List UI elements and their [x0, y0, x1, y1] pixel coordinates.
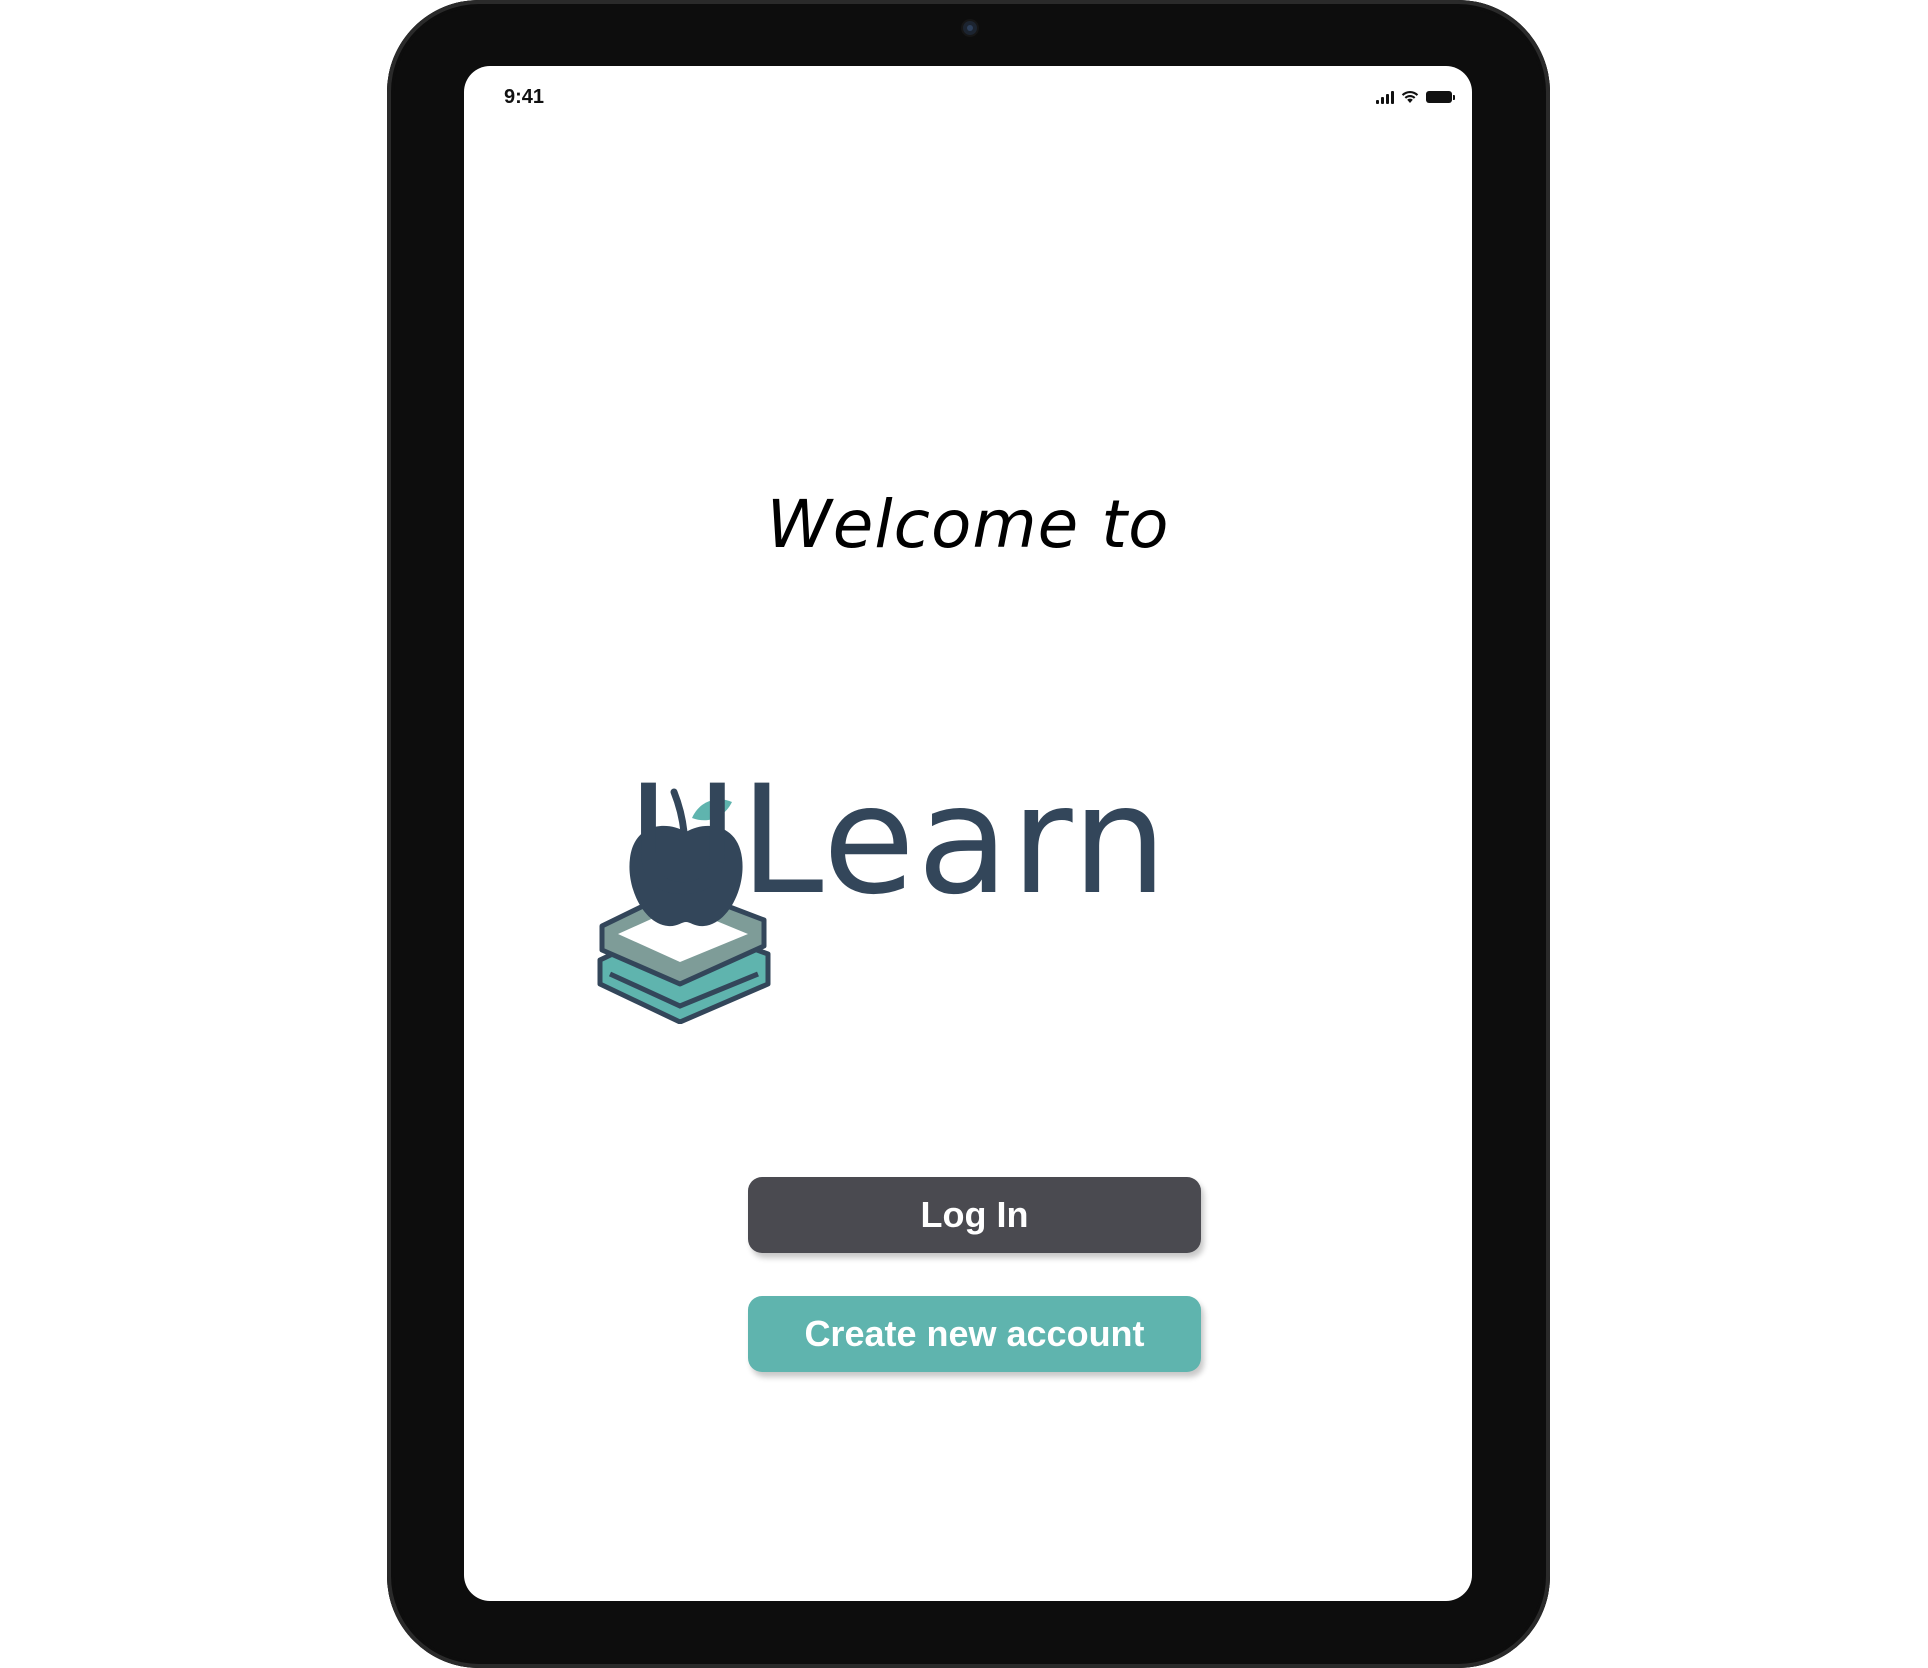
wifi-icon	[1401, 91, 1419, 103]
brand-logo-wordmark: ULearn	[628, 754, 1170, 928]
battery-icon	[1426, 91, 1455, 103]
status-bar-time: 9:41	[504, 86, 545, 108]
app-screen: 9:41 Welcome to ULearn Log In Create new…	[464, 66, 1472, 1601]
cellular-signal-icon	[1376, 90, 1394, 104]
welcome-heading: Welcome to	[766, 486, 1170, 563]
create-account-button[interactable]: Create new account	[748, 1296, 1201, 1372]
login-button[interactable]: Log In	[748, 1177, 1201, 1253]
front-camera	[963, 21, 977, 35]
status-bar-icons	[1376, 88, 1455, 104]
